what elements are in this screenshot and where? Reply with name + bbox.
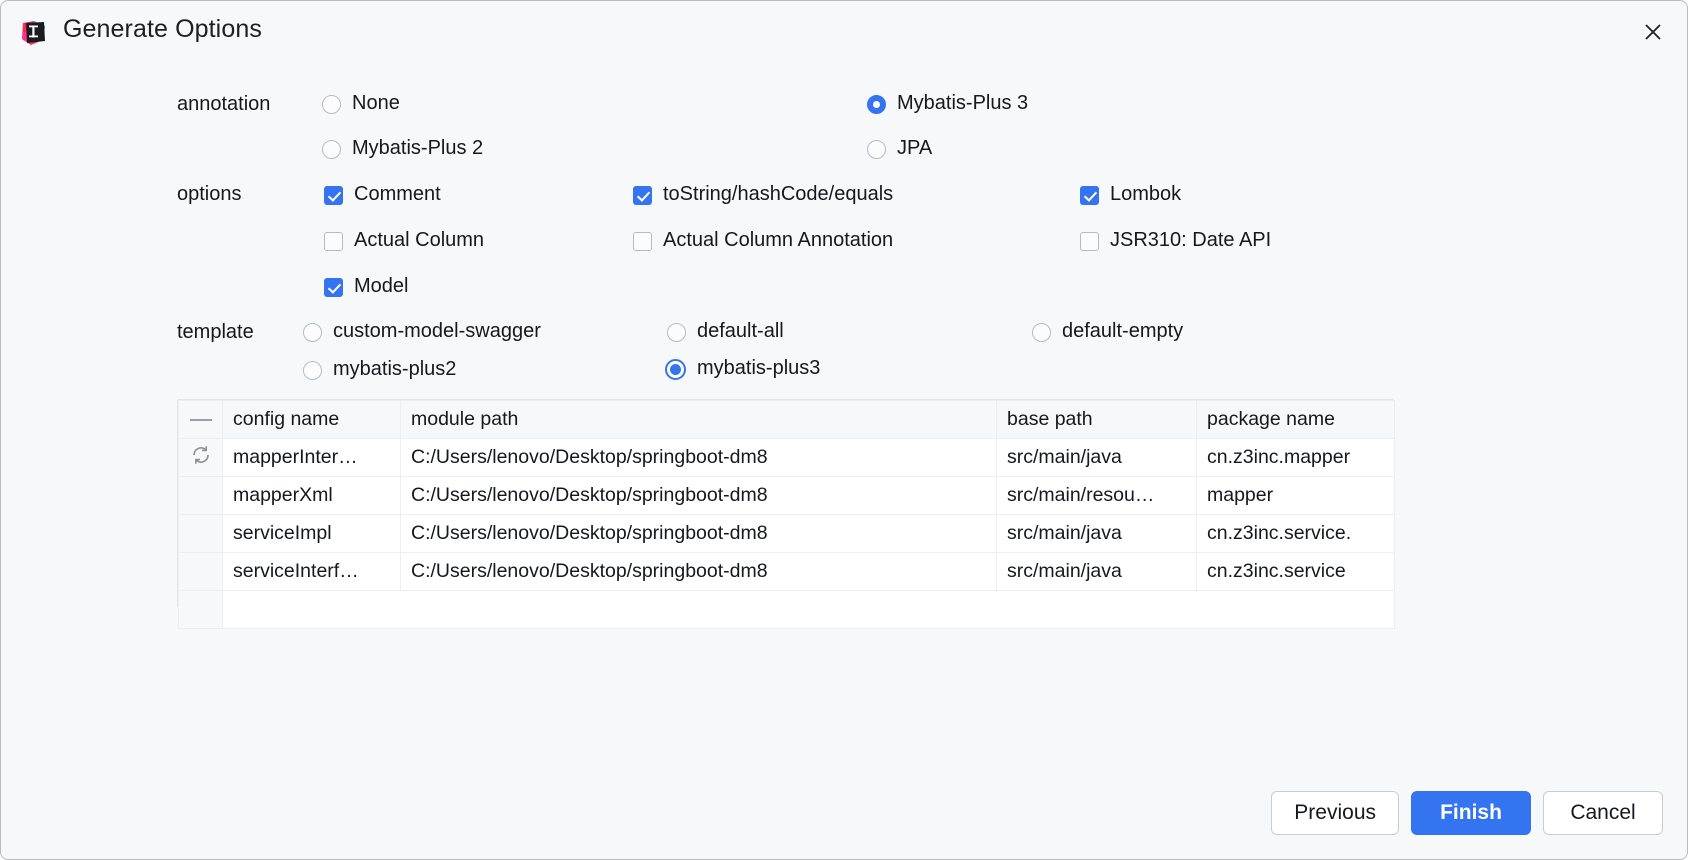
checkbox-indicator — [1080, 185, 1099, 205]
radio-label: Mybatis-Plus 3 — [897, 92, 1029, 114]
radio-label: default-empty — [1062, 320, 1184, 342]
radio-indicator — [322, 139, 341, 159]
cancel-button[interactable]: Cancel — [1543, 791, 1663, 835]
config-table[interactable]: config name module path base path packag… — [177, 399, 1395, 629]
radio-annotation-jpa[interactable]: JPA — [867, 138, 932, 160]
checkbox-lombok[interactable]: Lombok — [1080, 184, 1181, 206]
radio-indicator — [303, 322, 322, 342]
radio-annotation-mybatis-plus-2[interactable]: Mybatis-Plus 2 — [322, 138, 483, 160]
radio-label: default-all — [697, 320, 784, 342]
checkbox-indicator — [324, 231, 343, 251]
cell-package-name[interactable]: cn.z3inc.service — [1196, 552, 1395, 591]
checkbox-model[interactable]: Model — [324, 276, 408, 298]
checkbox-indicator — [324, 185, 343, 205]
cell-module-path[interactable]: C:/Users/lenovo/Desktop/springboot-dm8 — [400, 476, 997, 515]
checkbox-jsr310-date-api[interactable]: JSR310: Date API — [1080, 230, 1271, 252]
checkbox-label: toString/hashCode/equals — [663, 183, 894, 205]
options-label: options — [177, 183, 242, 205]
radio-indicator — [1032, 322, 1051, 342]
cell-config-name[interactable]: mapperInter… — [222, 438, 401, 477]
intellij-idea-icon — [21, 20, 47, 46]
generate-options-dialog: Generate Options annotation None Mybatis… — [0, 0, 1688, 860]
cell-base-path[interactable]: src/main/resou… — [996, 476, 1197, 515]
table-row[interactable]: mapperInter… C:/Users/lenovo/Desktop/spr… — [178, 438, 1395, 477]
table-row[interactable]: serviceInterf… C:/Users/lenovo/Desktop/s… — [178, 552, 1395, 591]
radio-indicator — [867, 94, 886, 114]
radio-indicator — [322, 94, 341, 114]
table-empty-row — [178, 590, 1395, 629]
checkbox-label: JSR310: Date API — [1110, 229, 1272, 251]
cell-module-path[interactable]: C:/Users/lenovo/Desktop/springboot-dm8 — [400, 514, 997, 553]
radio-indicator — [665, 358, 686, 380]
cell-icon — [178, 514, 223, 553]
cell-module-path[interactable]: C:/Users/lenovo/Desktop/springboot-dm8 — [400, 438, 997, 477]
template-label: template — [177, 321, 254, 343]
dialog-button-bar: Previous Finish Cancel — [1271, 791, 1663, 835]
column-header-module-path[interactable]: module path — [400, 400, 997, 439]
cell-package-name[interactable]: cn.z3inc.mapper — [1196, 438, 1395, 477]
column-header-package-name[interactable]: package name — [1196, 400, 1395, 439]
radio-indicator — [667, 322, 686, 342]
title-bar: Generate Options — [1, 1, 1687, 63]
radio-indicator — [303, 360, 322, 380]
checkbox-tostring-hashcode-equals[interactable]: toString/hashCode/equals — [633, 184, 893, 206]
radio-label: Mybatis-Plus 2 — [352, 137, 484, 159]
dash-icon — [189, 418, 212, 421]
page-title: Generate Options — [63, 15, 262, 43]
cell-config-name[interactable]: mapperXml — [222, 476, 401, 515]
radio-template-custom-model-swagger[interactable]: custom-model-swagger — [303, 321, 541, 343]
checkbox-actual-column[interactable]: Actual Column — [324, 230, 484, 252]
checkbox-indicator — [1080, 231, 1099, 251]
cell-icon — [178, 476, 223, 515]
column-header-config-name[interactable]: config name — [222, 400, 401, 439]
column-header-icon — [178, 400, 223, 439]
cell-icon — [178, 590, 223, 629]
checkbox-label: Actual Column — [354, 229, 485, 251]
annotation-label: annotation — [177, 93, 271, 115]
checkbox-indicator — [633, 185, 652, 205]
table-row[interactable]: mapperXml C:/Users/lenovo/Desktop/spring… — [178, 476, 1395, 515]
radio-label: custom-model-swagger — [333, 320, 541, 342]
cell-package-name[interactable]: cn.z3inc.service. — [1196, 514, 1395, 553]
radio-template-default-all[interactable]: default-all — [667, 321, 784, 343]
radio-template-default-empty[interactable]: default-empty — [1032, 321, 1183, 343]
table-row[interactable]: serviceImpl C:/Users/lenovo/Desktop/spri… — [178, 514, 1395, 553]
previous-button[interactable]: Previous — [1271, 791, 1399, 835]
checkbox-actual-column-annotation[interactable]: Actual Column Annotation — [633, 230, 893, 252]
radio-annotation-none[interactable]: None — [322, 93, 400, 115]
checkbox-label: Model — [354, 275, 409, 297]
radio-label: None — [352, 92, 400, 114]
cell-base-path[interactable]: src/main/java — [996, 514, 1197, 553]
checkbox-label: Actual Column Annotation — [663, 229, 894, 251]
refresh-icon[interactable] — [178, 438, 223, 477]
close-icon[interactable] — [1635, 14, 1671, 50]
cell-package-name[interactable]: mapper — [1196, 476, 1395, 515]
table-header-row: config name module path base path packag… — [178, 400, 1395, 439]
radio-label: JPA — [897, 137, 933, 159]
cell-icon — [178, 552, 223, 591]
cell-base-path[interactable]: src/main/java — [996, 438, 1197, 477]
cell-config-name[interactable]: serviceImpl — [222, 514, 401, 553]
checkbox-comment[interactable]: Comment — [324, 184, 441, 206]
cell-config-name[interactable]: serviceInterf… — [222, 552, 401, 591]
radio-template-mybatis-plus2[interactable]: mybatis-plus2 — [303, 359, 456, 381]
radio-indicator — [867, 139, 886, 159]
checkbox-indicator — [324, 277, 343, 297]
radio-label: mybatis-plus3 — [697, 357, 821, 379]
column-header-base-path[interactable]: base path — [996, 400, 1197, 439]
radio-template-mybatis-plus3[interactable]: mybatis-plus3 — [665, 358, 820, 380]
finish-button[interactable]: Finish — [1411, 791, 1531, 835]
radio-label: mybatis-plus2 — [333, 358, 457, 380]
checkbox-label: Lombok — [1110, 183, 1182, 205]
checkbox-label: Comment — [354, 183, 441, 205]
cell-empty — [222, 590, 1395, 629]
cell-base-path[interactable]: src/main/java — [996, 552, 1197, 591]
radio-annotation-mybatis-plus-3[interactable]: Mybatis-Plus 3 — [867, 93, 1028, 115]
cell-module-path[interactable]: C:/Users/lenovo/Desktop/springboot-dm8 — [400, 552, 997, 591]
checkbox-indicator — [633, 231, 652, 251]
